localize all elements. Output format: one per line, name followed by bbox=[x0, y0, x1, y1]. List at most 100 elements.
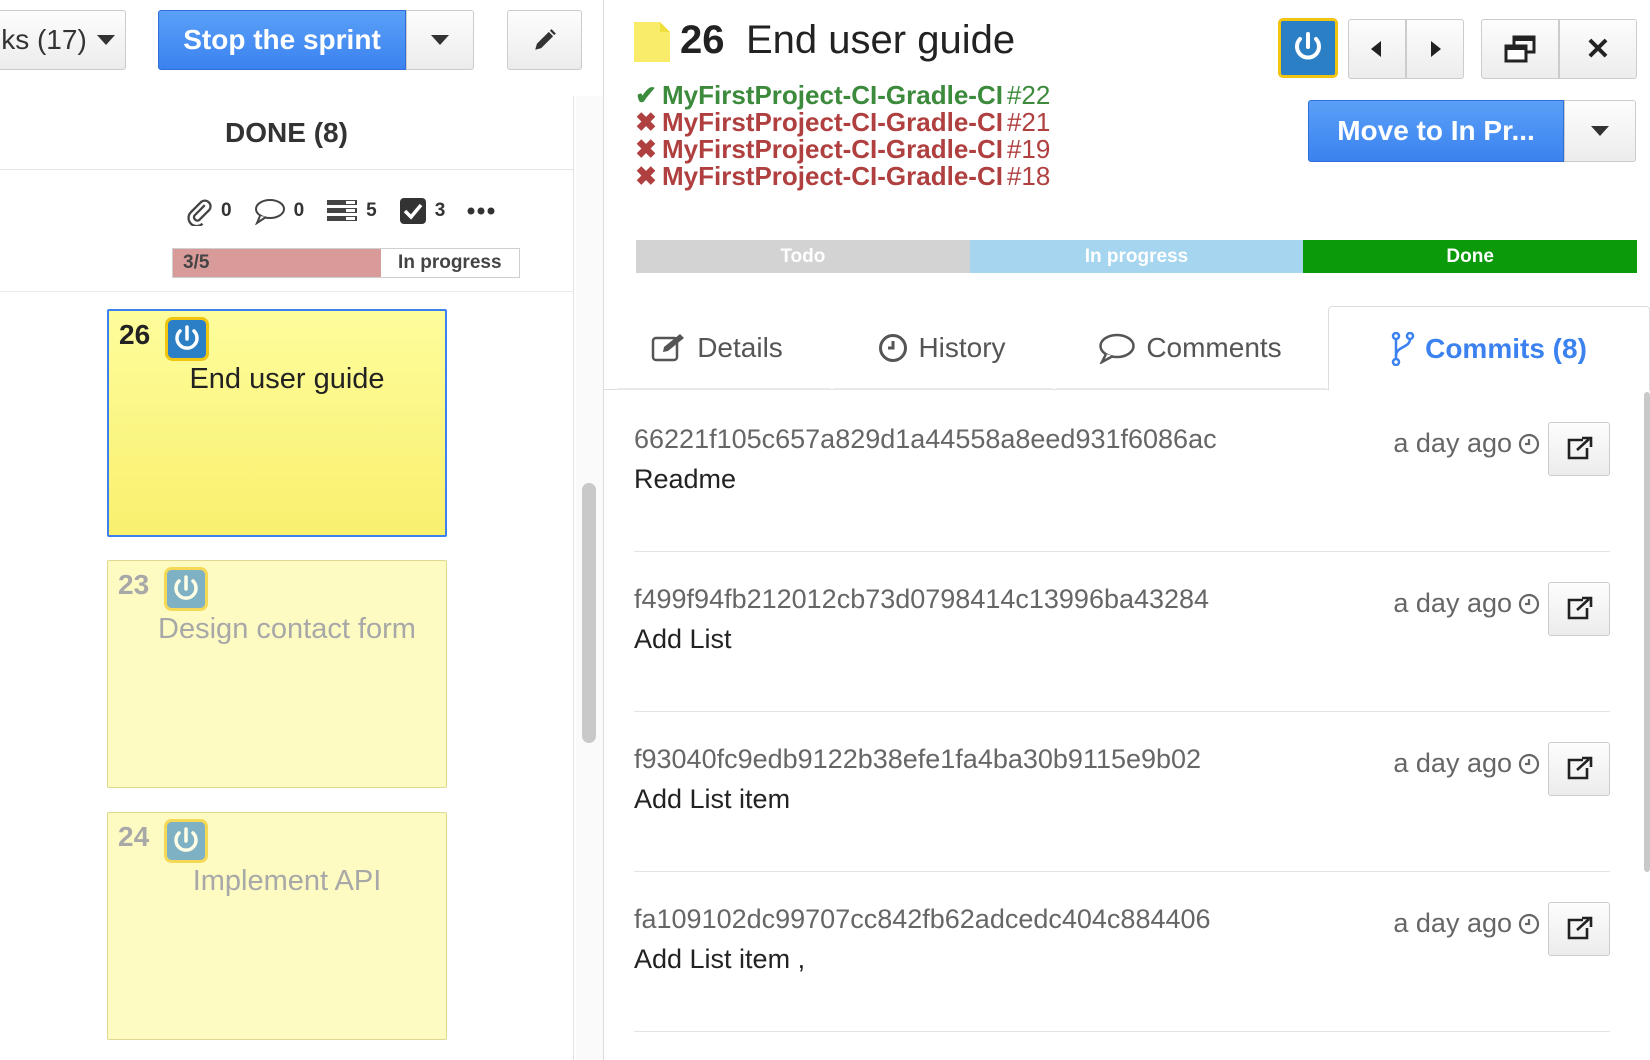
edit-button[interactable] bbox=[507, 10, 582, 70]
chevron-left-icon bbox=[1371, 41, 1381, 57]
detail-tabs: Details History Comments Commits (8) bbox=[604, 306, 1650, 391]
commit-message: Add List item , bbox=[634, 944, 806, 974]
power-icon bbox=[164, 567, 208, 616]
commit-time: a day ago bbox=[1393, 428, 1540, 459]
open-commit-button[interactable] bbox=[1548, 422, 1610, 476]
close-icon: ✕ bbox=[1585, 32, 1611, 66]
tasks-dropdown-button[interactable]: ks (17) bbox=[0, 10, 126, 70]
list-icon bbox=[327, 200, 358, 221]
divider bbox=[618, 388, 830, 390]
integration-button[interactable] bbox=[1278, 18, 1338, 78]
commit-sha: f499f94fb212012cb73d0798414c13996ba43284 bbox=[634, 584, 1210, 614]
tab-comments[interactable]: Comments bbox=[1054, 306, 1326, 390]
commit-sha: f93040fc9edb9122b38efe1fa4ba30b9115e9b02 bbox=[634, 744, 1202, 774]
open-commit-button[interactable] bbox=[1548, 742, 1610, 796]
scrollbar-thumb[interactable] bbox=[582, 483, 596, 743]
next-task-button[interactable] bbox=[1406, 19, 1464, 79]
commit-sha: fa109102dc99707cc842fb62adcedc404c884406 bbox=[634, 904, 1211, 934]
column-title: DONE (8) bbox=[0, 96, 573, 170]
divider bbox=[1056, 388, 1326, 390]
clock-icon bbox=[1518, 433, 1540, 454]
commit-time: a day ago bbox=[1393, 588, 1540, 619]
comment-icon bbox=[1099, 333, 1136, 364]
tab-details[interactable]: Details bbox=[604, 306, 830, 390]
cross-icon: ✖ bbox=[635, 161, 657, 191]
task-card[interactable]: 24 Implement API bbox=[107, 812, 447, 1040]
commit-time-label: a day ago bbox=[1393, 748, 1512, 778]
ci-build-number: #22 bbox=[1006, 80, 1051, 110]
chevron-right-icon bbox=[1431, 41, 1441, 57]
move-to-label: Move to In Pr... bbox=[1337, 115, 1535, 146]
external-link-icon bbox=[1567, 756, 1593, 780]
clock-icon bbox=[879, 334, 908, 362]
tab-label: Details bbox=[697, 332, 783, 363]
task-card[interactable]: 26 End user guide bbox=[107, 309, 447, 537]
card-title: End user guide bbox=[189, 363, 385, 395]
comment-icon bbox=[254, 199, 285, 225]
progress-status: In progress bbox=[398, 252, 502, 273]
ci-build-link[interactable]: ✖ MyFirstProject-CI-Gradle-CI #21 bbox=[634, 109, 1050, 136]
open-commit-button[interactable] bbox=[1548, 582, 1610, 636]
ci-build-name: MyFirstProject-CI-Gradle-CI bbox=[662, 107, 1003, 137]
divider bbox=[573, 96, 574, 1060]
scrollbar-thumb[interactable] bbox=[1644, 392, 1650, 872]
progress-fill: 3/5 bbox=[173, 249, 381, 277]
comments-count: 0 bbox=[293, 200, 305, 221]
cross-icon: ✖ bbox=[635, 107, 657, 137]
workflow-state-todo[interactable]: Todo bbox=[636, 240, 970, 273]
commit-row: f499f94fb212012cb73d0798414c13996ba43284… bbox=[634, 552, 1610, 712]
ci-build-link[interactable]: ✖ MyFirstProject-CI-Gradle-CI #18 bbox=[634, 163, 1050, 190]
close-button[interactable]: ✕ bbox=[1559, 19, 1637, 79]
workflow-state-in-progress[interactable]: In progress bbox=[969, 240, 1304, 273]
open-commit-button[interactable] bbox=[1548, 902, 1610, 956]
commit-time-label: a day ago bbox=[1393, 428, 1512, 458]
move-options-button[interactable] bbox=[1564, 100, 1636, 162]
pencil-icon bbox=[534, 29, 556, 50]
more-icon bbox=[467, 207, 495, 215]
external-link-icon bbox=[1567, 916, 1593, 940]
divider bbox=[0, 291, 573, 292]
progress-count: 3/5 bbox=[183, 252, 210, 273]
open-in-window-button[interactable] bbox=[1481, 19, 1559, 79]
check-icon: ✔ bbox=[635, 80, 657, 110]
checklist-stat: 3 bbox=[399, 197, 446, 225]
tab-history[interactable]: History bbox=[832, 306, 1052, 390]
commit-row: f93040fc9edb9122b38efe1fa4ba30b9115e9b02… bbox=[634, 712, 1610, 872]
stop-sprint-label: Stop the sprint bbox=[183, 24, 381, 55]
task-number: 26 bbox=[680, 18, 725, 62]
checked-count: 3 bbox=[434, 200, 446, 221]
card-title: Implement API bbox=[192, 865, 382, 897]
commit-time-label: a day ago bbox=[1393, 588, 1512, 618]
branch-icon bbox=[1391, 331, 1415, 366]
stop-sprint-button[interactable]: Stop the sprint bbox=[158, 10, 406, 70]
tab-label: History bbox=[918, 332, 1006, 363]
ci-build-link[interactable]: ✔ MyFirstProject-CI-Gradle-CI #22 bbox=[634, 82, 1050, 109]
task-title[interactable]: End user guide bbox=[746, 18, 1015, 63]
chevron-down-icon bbox=[1591, 126, 1609, 136]
sprint-options-button[interactable] bbox=[406, 10, 474, 70]
subtasks-count: 5 bbox=[366, 200, 377, 221]
commit-row: 66221f105c657a829d1a44558a8eed931f6086ac… bbox=[634, 392, 1610, 552]
tab-label: Commits (8) bbox=[1425, 332, 1587, 364]
workflow-state-done[interactable]: Done bbox=[1303, 240, 1638, 273]
ci-build-link[interactable]: ✖ MyFirstProject-CI-Gradle-CI #19 bbox=[634, 136, 1050, 163]
tab-commits[interactable]: Commits (8) bbox=[1328, 306, 1650, 391]
comments-stat: 0 bbox=[254, 197, 305, 225]
ci-build-name: MyFirstProject-CI-Gradle-CI bbox=[662, 134, 1003, 164]
attachments-count: 0 bbox=[221, 200, 232, 221]
paperclip-icon bbox=[187, 199, 212, 226]
task-card[interactable]: 23 Design contact form bbox=[107, 560, 447, 788]
ci-build-number: #19 bbox=[1006, 134, 1051, 164]
checkbox-icon bbox=[399, 198, 426, 224]
move-to-button[interactable]: Move to In Pr... bbox=[1308, 100, 1564, 162]
power-icon bbox=[165, 317, 209, 366]
more-button[interactable] bbox=[467, 206, 495, 216]
commit-sha: 66221f105c657a829d1a44558a8eed931f6086ac bbox=[634, 424, 1217, 454]
tab-label: Comments bbox=[1146, 332, 1282, 363]
chevron-down-icon bbox=[96, 35, 115, 45]
commit-row: fa109102dc99707cc842fb62adcedc404c884406… bbox=[634, 872, 1610, 1032]
clock-icon bbox=[1518, 753, 1540, 774]
commit-message: Readme bbox=[634, 464, 737, 494]
previous-task-button[interactable] bbox=[1348, 19, 1406, 79]
ci-build-number: #21 bbox=[1006, 107, 1051, 137]
